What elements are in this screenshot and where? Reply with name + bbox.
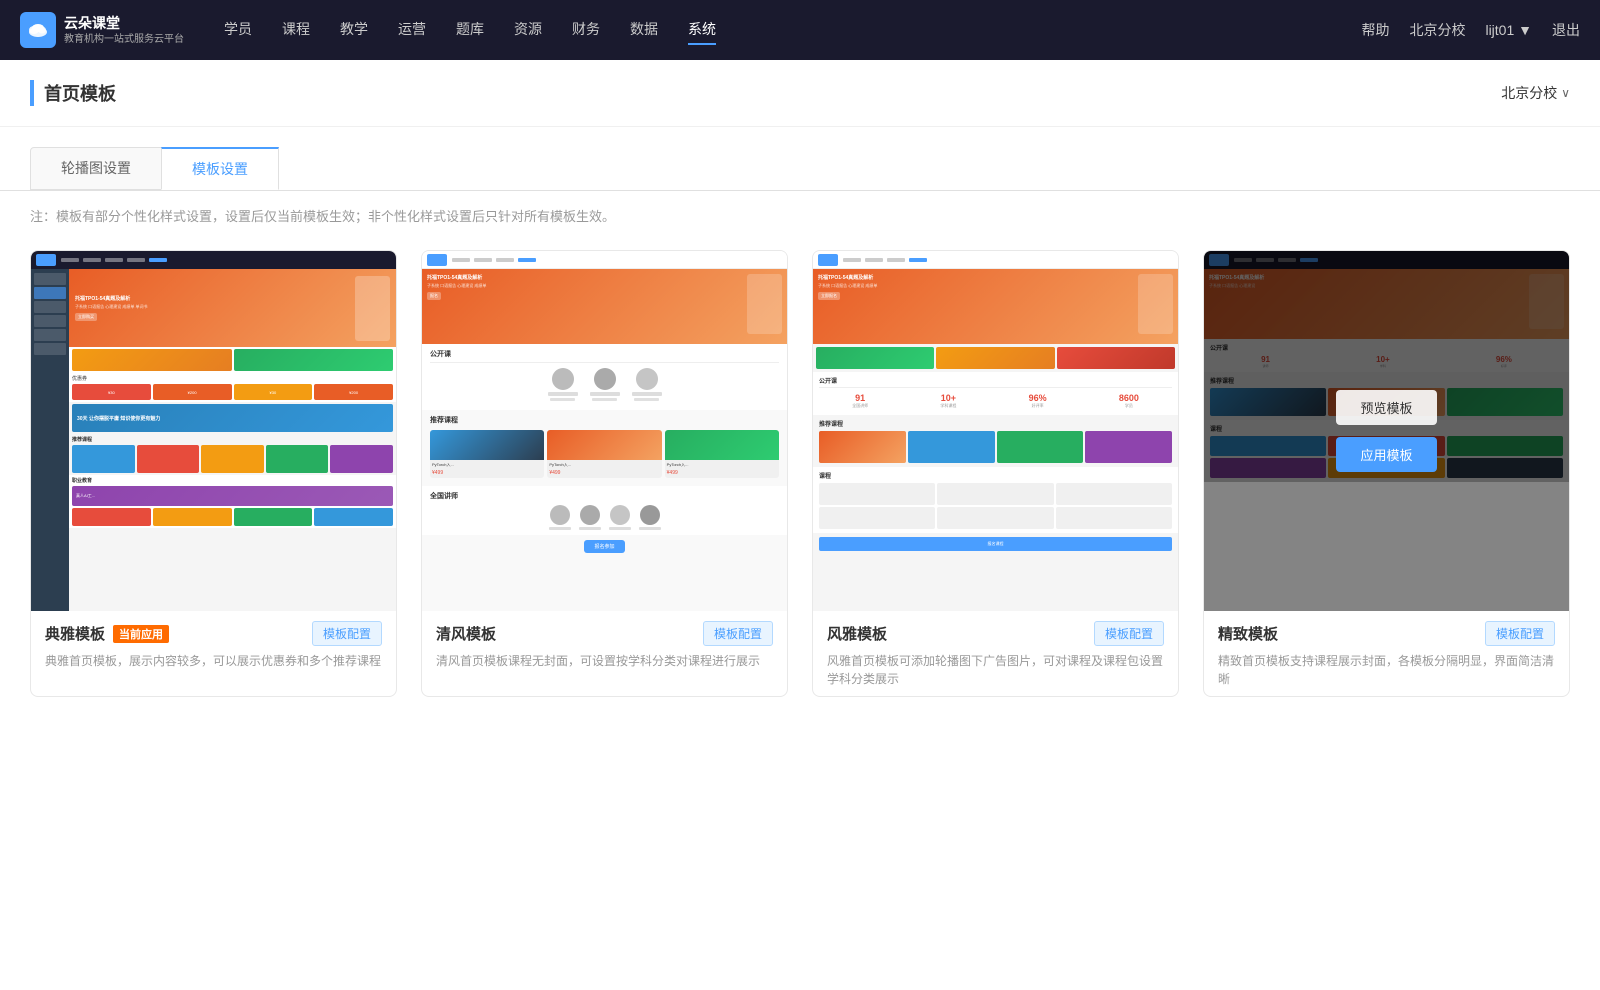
template3-desc: 风雅首页模板可添加轮播图下广告图片，可对课程及课程包设置学科分类展示 [827,652,1164,688]
logo-main-text: 云朵课堂 [64,14,184,32]
template1-footer: 典雅模板 当前应用 模板配置 典雅首页模板，展示内容较多，可以展示优惠券和多个推… [31,611,396,678]
template1-name: 典雅模板 当前应用 [45,623,169,644]
template3-footer: 风雅模板 模板配置 风雅首页模板可添加轮播图下广告图片，可对课程及课程包设置学科… [813,611,1178,696]
template3-config-btn[interactable]: 模板配置 [1094,621,1164,646]
main-content: 首页模板 北京分校 ∨ 轮播图设置 模板设置 注：模板有部分个性化样式设置，设置… [0,60,1600,990]
template4-preview-btn[interactable]: 预览模板 [1336,390,1436,425]
template4-name-row: 精致模板 模板配置 [1218,621,1555,646]
template-card-qingfeng: 托福TPO1-54真题及解析 子系统 口语报告 心理建设 成绩单 报名 公开课 [421,250,788,697]
template4-desc: 精致首页模板支持课程展示封面，各模板分隔明显，界面简洁清晰 [1218,652,1555,688]
nav-branch[interactable]: 北京分校 [1409,20,1465,40]
template3-preview: 托福TPO1-54真题及解析 子系统 口语报告 心理建设 成绩单 立即报名 [813,251,1178,611]
template1-desc: 典雅首页模板，展示内容较多，可以展示优惠券和多个推荐课程 [45,652,382,670]
template4-apply-btn[interactable]: 应用模板 [1336,437,1436,472]
page-header: 首页模板 北京分校 ∨ [0,60,1600,127]
template2-name: 清风模板 [436,623,496,644]
note-bar: 注：模板有部分个性化样式设置，设置后仅当前模板生效；非个性化样式设置后只针对所有… [0,191,1600,240]
branch-name: 北京分校 [1501,83,1557,103]
template4-name: 精致模板 [1218,623,1278,644]
logo: 云朵课堂 教育机构一站式服务云平台 [20,12,184,48]
nav-item-system[interactable]: 系统 [688,15,716,45]
nav-user[interactable]: lijt01 ▼ [1485,22,1532,38]
mini-nav-logo2 [427,254,447,266]
template2-desc: 清风首页模板课程无封面，可设置按学科分类对课程进行展示 [436,652,773,670]
nav-item-teaching[interactable]: 教学 [340,15,368,45]
nav-item-resources[interactable]: 资源 [514,15,542,45]
page-title: 首页模板 [30,80,116,106]
tabs: 轮播图设置 模板设置 [30,147,1570,190]
template1-preview: 托福TPO1-54真题及解析 子系统 口语报告 心理建设 成绩单 单词书 立即购… [31,251,396,611]
template1-name-row: 典雅模板 当前应用 模板配置 [45,621,382,646]
note-text: 注：模板有部分个性化样式设置，设置后仅当前模板生效；非个性化样式设置后只针对所有… [30,209,615,224]
logo-icon [20,12,56,48]
branch-selector[interactable]: 北京分校 ∨ [1501,83,1570,103]
template4-preview: 托福TPO1-54真题及解析 子系统 口语报告 心理建设 公开课 91讲师 10… [1204,251,1569,611]
nav-logout[interactable]: 退出 [1552,20,1580,40]
nav-item-questions[interactable]: 题库 [456,15,484,45]
template2-name-row: 清风模板 模板配置 [436,621,773,646]
current-badge: 当前应用 [113,625,169,643]
nav-help[interactable]: 帮助 [1361,20,1389,40]
mini-nav-logo [36,254,56,266]
nav-item-finance[interactable]: 财务 [572,15,600,45]
nav-item-data[interactable]: 数据 [630,15,658,45]
template3-name: 风雅模板 [827,623,887,644]
mini-nav-logo3 [818,254,838,266]
navbar-right: 帮助 北京分校 lijt01 ▼ 退出 [1361,20,1580,40]
branch-chevron-icon: ∨ [1561,86,1570,100]
nav-item-operation[interactable]: 运营 [398,15,426,45]
template2-preview: 托福TPO1-54真题及解析 子系统 口语报告 心理建设 成绩单 报名 公开课 [422,251,787,611]
tabs-container: 轮播图设置 模板设置 [0,127,1600,191]
nav-item-students[interactable]: 学员 [224,15,252,45]
template2-config-btn[interactable]: 模板配置 [703,621,773,646]
templates-grid: 托福TPO1-54真题及解析 子系统 口语报告 心理建设 成绩单 单词书 立即购… [0,240,1600,737]
template2-footer: 清风模板 模板配置 清风首页模板课程无封面，可设置按学科分类对课程进行展示 [422,611,787,678]
nav-item-courses[interactable]: 课程 [282,15,310,45]
template-card-fengya: 托福TPO1-54真题及解析 子系统 口语报告 心理建设 成绩单 立即报名 [812,250,1179,697]
template4-footer: 精致模板 模板配置 精致首页模板支持课程展示封面，各模板分隔明显，界面简洁清晰 [1204,611,1569,696]
tab-template[interactable]: 模板设置 [161,147,279,190]
logo-text: 云朵课堂 教育机构一站式服务云平台 [64,14,184,45]
template4-overlay: 预览模板 应用模板 [1204,251,1569,611]
navbar-left: 云朵课堂 教育机构一站式服务云平台 学员 课程 教学 运营 题库 资源 财务 数… [20,12,716,48]
template-card-dianya: 托福TPO1-54真题及解析 子系统 口语报告 心理建设 成绩单 单词书 立即购… [30,250,397,697]
logo-sub-text: 教育机构一站式服务云平台 [64,33,184,46]
template-card-jingzhi: 托福TPO1-54真题及解析 子系统 口语报告 心理建设 公开课 91讲师 10… [1203,250,1570,697]
nav-menu: 学员 课程 教学 运营 题库 资源 财务 数据 系统 [224,15,716,45]
template4-config-btn[interactable]: 模板配置 [1485,621,1555,646]
cloud-icon [26,18,50,42]
template1-config-btn[interactable]: 模板配置 [312,621,382,646]
navbar: 云朵课堂 教育机构一站式服务云平台 学员 课程 教学 运营 题库 资源 财务 数… [0,0,1600,60]
tab-carousel[interactable]: 轮播图设置 [30,147,162,190]
template3-name-row: 风雅模板 模板配置 [827,621,1164,646]
